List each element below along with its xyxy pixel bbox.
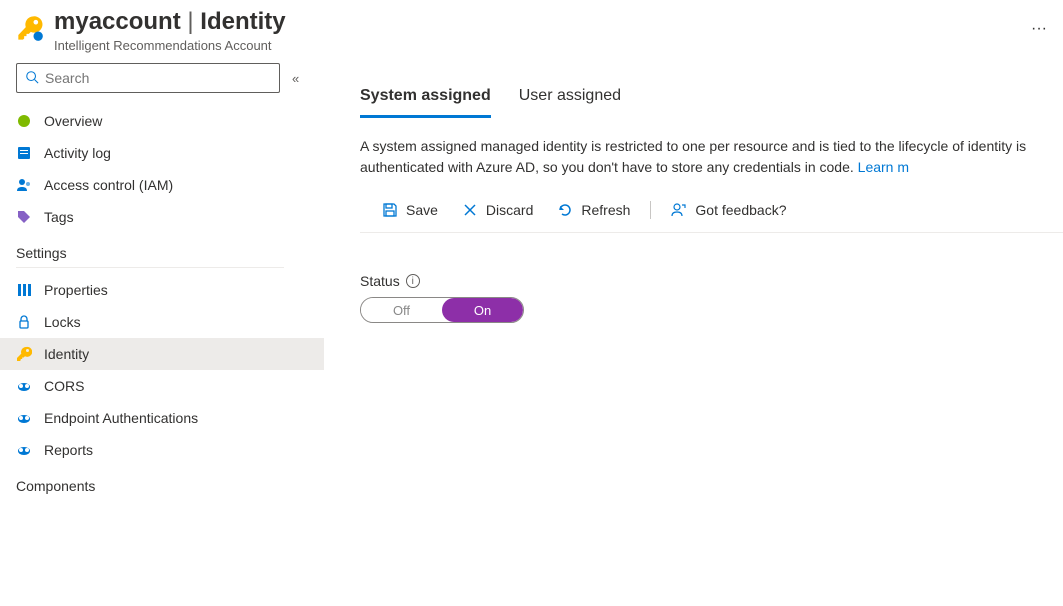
lock-icon [16,314,32,330]
sidebar-item-identity[interactable]: Identity [0,338,324,370]
tags-icon [16,209,32,225]
activity-log-icon [16,145,32,161]
sidebar-item-reports[interactable]: Reports [0,434,324,466]
search-box[interactable] [16,63,280,93]
refresh-button[interactable]: Refresh [545,198,642,222]
status-toggle-on[interactable]: On [442,298,523,322]
sidebar-item-overview[interactable]: Overview [0,105,324,137]
sidebar-section-settings: Settings [16,233,284,268]
page-title: myaccount | Identity [54,8,1011,36]
search-icon [25,70,39,87]
tab-system-assigned[interactable]: System assigned [360,81,491,118]
endpoint-icon [16,410,32,426]
overview-icon [16,113,32,129]
status-toggle[interactable]: Off On [360,297,524,323]
sidebar-item-iam[interactable]: Access control (IAM) [0,169,324,201]
toolbar: Save Discard Refresh Got feedback? [360,198,1063,233]
search-input[interactable] [45,70,271,86]
sidebar-item-cors[interactable]: CORS [0,370,324,402]
page-subtitle: Intelligent Recommendations Account [54,38,1011,53]
cors-icon [16,378,32,394]
status-label: Status i [360,273,1063,289]
iam-icon [16,177,32,193]
sidebar-item-endpoint-auth[interactable]: Endpoint Authentications [0,402,324,434]
sidebar-item-activity-log[interactable]: Activity log [0,137,324,169]
more-menu-button[interactable]: ··· [1031,20,1047,38]
info-icon[interactable]: i [406,274,420,288]
sidebar-section-components: Components [16,466,284,500]
collapse-sidebar-button[interactable]: « [292,71,295,86]
identity-icon [16,346,32,362]
sidebar-item-locks[interactable]: Locks [0,306,324,338]
sidebar-item-properties[interactable]: Properties [0,274,324,306]
page-header: myaccount | Identity Intelligent Recomme… [0,0,1063,63]
sidebar-item-tags[interactable]: Tags [0,201,324,233]
sidebar: « Overview Activity log Access control (… [0,63,324,506]
description-text: A system assigned managed identity is re… [360,136,1063,178]
tab-user-assigned[interactable]: User assigned [519,81,621,118]
feedback-button[interactable]: Got feedback? [659,198,798,222]
reports-icon [16,442,32,458]
toolbar-separator [650,201,651,219]
key-icon [16,14,44,42]
discard-button[interactable]: Discard [450,198,545,222]
status-toggle-off[interactable]: Off [361,298,442,322]
properties-icon [16,282,32,298]
learn-more-link[interactable]: Learn m [858,159,909,175]
save-button[interactable]: Save [370,198,450,222]
tabs: System assigned User assigned [360,81,1063,118]
main-content: System assigned User assigned A system a… [324,63,1063,506]
